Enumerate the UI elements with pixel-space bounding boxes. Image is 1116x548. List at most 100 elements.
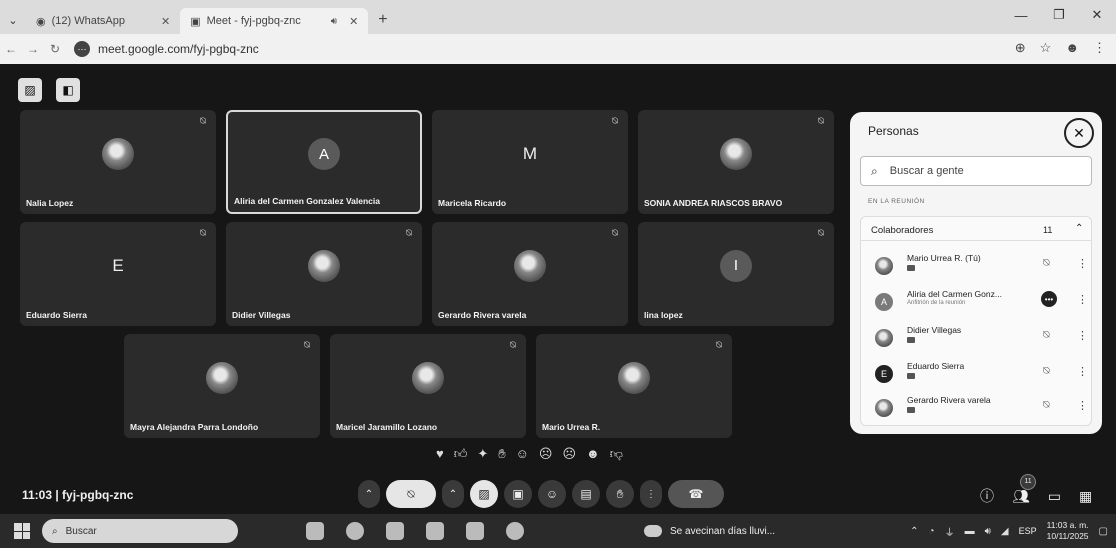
raise-hand-button[interactable]: ✋︎	[606, 480, 634, 508]
participant-tile[interactable]: ⍉ Didier Villegas	[226, 222, 422, 326]
present-screen-button[interactable]: ▣	[504, 480, 532, 508]
tray-chevron-icon[interactable]: ⌃	[910, 526, 918, 537]
participant-list-item[interactable]: A Aliria del Carmen Gonz... Anfitrión de…	[861, 283, 1091, 317]
leave-call-button[interactable]: ☎	[668, 480, 724, 508]
zoom-icon[interactable]: ⊕	[1015, 40, 1026, 56]
minimize-icon[interactable]: —	[1002, 8, 1040, 23]
reactions-button[interactable]: ☺	[538, 480, 566, 508]
participant-tile[interactable]: ⍉ Gerardo Rivera varela	[432, 222, 628, 326]
people-icon[interactable]: 👥︎ 11	[1012, 473, 1036, 505]
people-search-field[interactable]: ⌕	[860, 156, 1092, 186]
usb-icon[interactable]: ⏚	[945, 524, 955, 539]
tab-meet[interactable]: ▣ Meet - fyj-pgbq-znc 🔊︎ ✕	[180, 8, 369, 34]
profile-icon[interactable]: ☻	[1065, 40, 1079, 56]
mic-off-icon[interactable]: ⍉	[1043, 399, 1050, 412]
video-options-chevron-icon[interactable]: ⌃	[442, 480, 464, 508]
weather-widget[interactable]: Se avecinan días lluvi...	[644, 525, 775, 537]
participant-list-item[interactable]: E Eduardo Sierra ⍉ ⋮	[861, 355, 1091, 389]
store-icon[interactable]	[426, 522, 444, 540]
mic-off-icon[interactable]: ⍉	[1043, 329, 1050, 342]
participant-tile[interactable]: ⍉ SONIA ANDREA RIASCOS BRAVO	[638, 110, 834, 214]
audio-playing-icon[interactable]: 🔊︎	[331, 16, 337, 27]
more-options-icon[interactable]: ⋮	[1077, 329, 1088, 342]
more-options-icon[interactable]: ⋮	[1077, 365, 1088, 378]
participant-tile[interactable]: I ⍉ lina lopez	[638, 222, 834, 326]
reload-icon[interactable]: ↻	[44, 42, 66, 56]
laugh-reaction-icon[interactable]: ☺	[516, 446, 529, 462]
camera-toggle-button[interactable]: ▨	[470, 480, 498, 508]
more-options-icon[interactable]: ⋮	[1077, 257, 1088, 270]
tab-close-icon[interactable]: ✕	[349, 15, 358, 28]
tab-whatsapp[interactable]: ◉ (12) WhatsApp ✕	[26, 8, 180, 34]
windows-start-icon[interactable]	[14, 523, 30, 539]
thumbs-down-reaction-icon[interactable]: 👎︎	[610, 446, 623, 462]
participant-tile[interactable]: E ⍉ Eduardo Sierra	[20, 222, 216, 326]
participant-tile[interactable]: ⍉ Mario Urrea R.	[536, 334, 732, 438]
participant-tile[interactable]: ⍉ Maricel Jaramillo Lozano	[330, 334, 526, 438]
layout-icon[interactable]: ◧	[56, 78, 80, 102]
participant-tile[interactable]: M ⍉ Maricela Ricardo	[432, 110, 628, 214]
tab-search-chevron-icon[interactable]: ⌄	[0, 14, 26, 27]
volume-icon[interactable]: 🔊︎	[985, 526, 991, 537]
maximize-icon[interactable]: ❐	[1040, 7, 1078, 23]
participant-tile[interactable]: ⍉ Nalia Lopez	[20, 110, 216, 214]
task-view-icon[interactable]	[306, 522, 324, 540]
more-options-icon[interactable]: ⋮	[1077, 399, 1088, 412]
participant-name: Nalia Lopez	[26, 198, 74, 208]
close-panel-icon[interactable]: ✕	[1064, 118, 1094, 148]
thumbs-up-reaction-icon[interactable]: 👍︎	[454, 446, 468, 462]
thinking-reaction-icon[interactable]: ☻	[586, 446, 600, 462]
surprised-reaction-icon[interactable]: ☹	[539, 446, 553, 462]
notifications-icon[interactable]: ▢	[1099, 526, 1108, 537]
more-options-button[interactable]: ⋮	[640, 480, 662, 508]
url-field[interactable]: ⋯ meet.google.com/fyj-pgbq-znc	[74, 41, 259, 57]
clap-reaction-icon[interactable]: ✋︎	[498, 446, 505, 462]
chrome-icon[interactable]	[506, 522, 524, 540]
people-search-input[interactable]	[889, 165, 1060, 177]
sad-reaction-icon[interactable]: ☹	[562, 446, 576, 462]
language-indicator[interactable]: ESP	[1019, 526, 1037, 536]
new-tab-plus-icon[interactable]: +	[378, 11, 387, 29]
edge-icon[interactable]	[346, 522, 364, 540]
forward-arrow-icon[interactable]: →	[22, 42, 44, 56]
participant-list-item[interactable]: Gerardo Rivera varela ⍉ ⋮	[861, 389, 1091, 423]
bookmark-star-icon[interactable]: ☆	[1040, 40, 1052, 56]
captions-icon: ▤	[580, 487, 592, 501]
window-close-icon[interactable]: ✕	[1078, 7, 1116, 23]
mic-off-icon[interactable]: ⍉	[1043, 257, 1050, 270]
person-name: Mario Urrea R. (Tú)	[907, 253, 981, 263]
mic-toggle-button[interactable]: ⍉	[386, 480, 436, 508]
chevron-up-icon[interactable]: ⌃	[1075, 223, 1083, 234]
taskbar-search-input[interactable]	[65, 525, 166, 537]
taskbar-apps	[306, 522, 524, 540]
participant-list-item[interactable]: Didier Villegas ⍉ ⋮	[861, 319, 1091, 353]
site-info-icon[interactable]: ⋯	[74, 41, 90, 57]
chat-icon[interactable]: ▭	[1048, 488, 1061, 505]
participant-tile[interactable]: ⍉ Mayra Alejandra Parra Londoño	[124, 334, 320, 438]
captions-button[interactable]: ▤	[572, 480, 600, 508]
browser-menu-icon[interactable]: ⋮	[1093, 40, 1106, 56]
avatar	[875, 329, 893, 347]
taskbar-search[interactable]: ⌕	[42, 519, 238, 543]
wifi-icon[interactable]: ◢	[1001, 526, 1009, 537]
tab-close-icon[interactable]: ✕	[161, 15, 170, 28]
battery-icon[interactable]: ▬	[965, 526, 975, 537]
network-icon[interactable]: ◔	[929, 526, 935, 537]
app-icon[interactable]	[466, 522, 484, 540]
participant-list-item[interactable]: Mario Urrea R. (Tú) ⍉ ⋮	[861, 247, 1091, 281]
audio-options-chevron-icon[interactable]: ⌃	[358, 480, 380, 508]
more-options-icon[interactable]: ⋮	[1077, 293, 1088, 306]
avatar-letter: M	[522, 143, 538, 163]
activities-icon[interactable]: ▦	[1079, 488, 1092, 505]
back-arrow-icon[interactable]: ←	[0, 42, 22, 56]
heart-reaction-icon[interactable]: ♥	[436, 446, 444, 462]
file-explorer-icon[interactable]	[386, 522, 404, 540]
info-icon[interactable]: ⓘ	[980, 486, 994, 506]
participant-tile-speaking[interactable]: A Aliria del Carmen Gonzalez Valencia	[226, 110, 422, 214]
mic-off-icon: ⍉	[612, 116, 618, 127]
clock[interactable]: 11:03 a. m. 10/11/2025	[1047, 520, 1089, 542]
mic-off-icon[interactable]: ⍉	[1043, 365, 1050, 378]
camera-off-icon[interactable]: ▨	[18, 78, 42, 102]
party-reaction-icon[interactable]: ✦	[477, 446, 488, 462]
group-header[interactable]: Colaboradores 11 ⌃	[861, 217, 1091, 241]
